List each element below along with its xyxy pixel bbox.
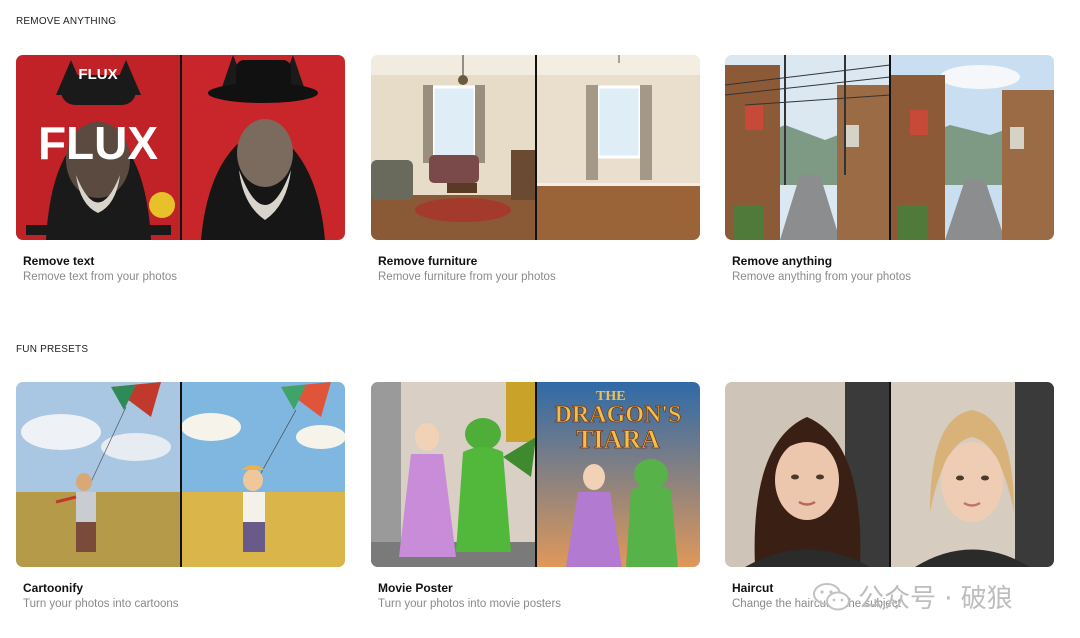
before-image — [725, 55, 890, 240]
card-subtitle: Turn your photos into cartoons — [23, 598, 179, 610]
card-title: Remove furniture — [378, 254, 478, 268]
card-title: Movie Poster — [378, 581, 453, 595]
before-image — [371, 382, 536, 567]
before-after-divider[interactable] — [889, 55, 891, 240]
after-image — [180, 382, 345, 567]
card-subtitle: Remove furniture from your photos — [378, 271, 556, 283]
after-image — [180, 55, 345, 240]
card-title: Haircut — [732, 581, 774, 595]
after-image — [889, 382, 1054, 567]
card-title: Cartoonify — [23, 581, 83, 595]
watermark: 公众号 · 破狼 — [812, 578, 1013, 615]
card-remove-text[interactable]: FLUX FLUX Remove text Remove text from y… — [16, 55, 345, 283]
section-label-remove-anything: REMOVE ANYTHING — [16, 16, 117, 27]
before-image — [371, 55, 536, 240]
watermark-text: 公众号 · 破狼 — [858, 584, 1013, 614]
card-subtitle: Remove text from your photos — [23, 271, 178, 283]
before-after-divider[interactable] — [535, 382, 537, 567]
after-image — [535, 55, 700, 240]
poster-title-large: FLUX — [38, 117, 158, 169]
card-subtitle: Turn your photos into movie posters — [378, 598, 562, 610]
before-after-divider[interactable] — [889, 382, 891, 567]
before-after-image-cartoonify[interactable] — [16, 382, 345, 567]
after-image: THE DRAGON'S TIARA — [535, 382, 700, 567]
card-remove-anything[interactable]: Remove anything Remove anything from you… — [725, 55, 1054, 283]
wechat-icon — [813, 582, 850, 610]
card-movie-poster[interactable]: THE DRAGON'S TIARA Movie Poster Turn you… — [371, 382, 700, 610]
card-haircut[interactable]: Haircut Change the haircut of the subjec… — [725, 382, 1054, 610]
before-after-divider[interactable] — [535, 55, 537, 240]
before-image — [16, 382, 181, 567]
before-after-divider[interactable] — [180, 382, 182, 567]
before-after-divider[interactable] — [180, 55, 182, 240]
before-image: FLUX FLUX — [16, 55, 181, 240]
before-after-image-remove-furniture[interactable] — [371, 55, 700, 240]
after-image — [889, 55, 1054, 240]
movie-poster-title-line3: TIARA — [576, 425, 660, 454]
before-after-image-remove-anything[interactable] — [725, 55, 1054, 240]
card-title: Remove anything — [732, 254, 833, 268]
before-after-image-movie-poster[interactable]: THE DRAGON'S TIARA — [371, 382, 700, 567]
card-cartoonify[interactable]: Cartoonify Turn your photos into cartoon… — [16, 382, 345, 610]
before-image — [725, 382, 890, 567]
before-after-image-haircut[interactable] — [725, 382, 1054, 567]
card-subtitle: Remove anything from your photos — [732, 271, 911, 283]
poster-title-small: FLUX — [78, 66, 117, 83]
section-label-fun-presets: FUN PRESETS — [16, 344, 89, 355]
card-remove-furniture[interactable]: Remove furniture Remove furniture from y… — [371, 55, 700, 283]
card-title: Remove text — [23, 254, 95, 268]
before-after-image-remove-text[interactable]: FLUX FLUX — [16, 55, 345, 240]
